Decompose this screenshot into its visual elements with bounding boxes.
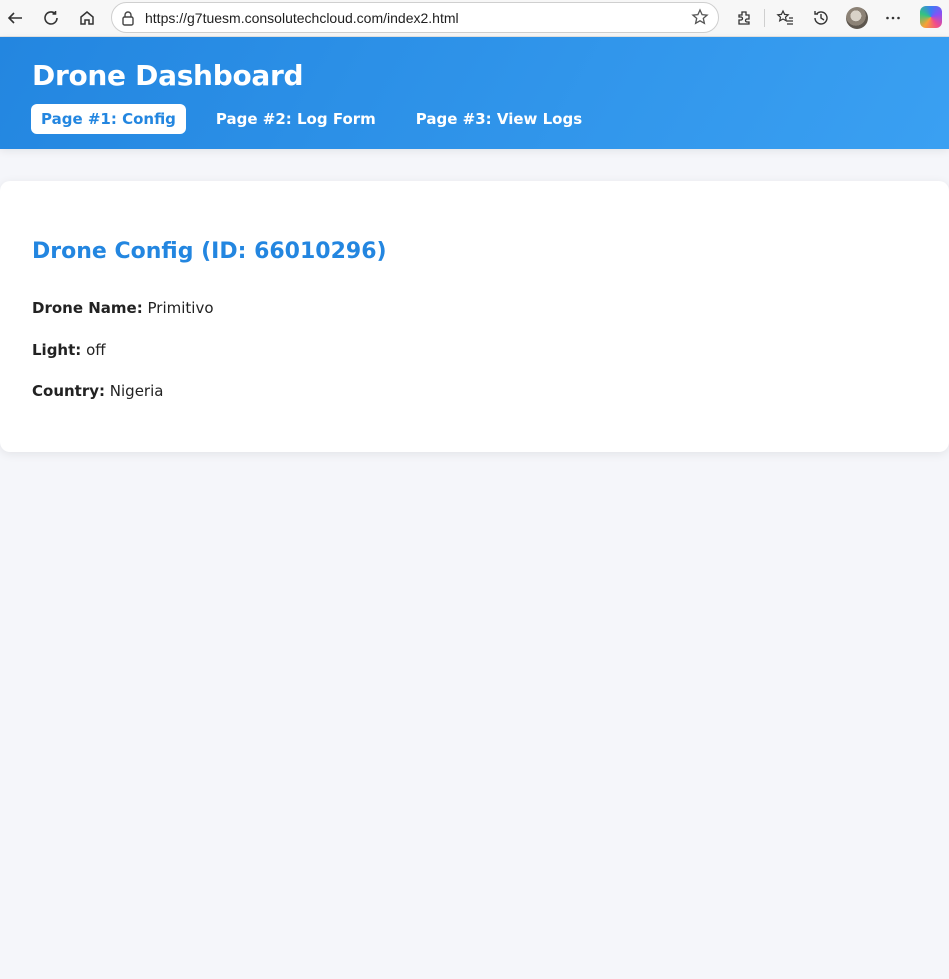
address-bar[interactable]: https://g7tuesm.consolutechcloud.com/ind… bbox=[111, 2, 719, 33]
lock-icon bbox=[121, 10, 135, 30]
back-icon[interactable] bbox=[3, 6, 27, 30]
app-header: Drone Dashboard Page #1: Config Page #2:… bbox=[0, 37, 949, 149]
favorites-icon[interactable] bbox=[773, 6, 797, 30]
tab-config[interactable]: Page #1: Config bbox=[31, 104, 186, 134]
home-icon[interactable] bbox=[75, 6, 99, 30]
country-row: Country: Nigeria bbox=[32, 382, 163, 400]
light-label: Light: bbox=[32, 341, 82, 359]
profile-avatar[interactable] bbox=[846, 7, 868, 29]
refresh-icon[interactable] bbox=[39, 6, 63, 30]
page-tabs: Page #1: Config Page #2: Log Form Page #… bbox=[31, 104, 612, 134]
config-card: Drone Config (ID: 66010296) Drone Name: … bbox=[0, 181, 949, 452]
light-row: Light: off bbox=[32, 341, 106, 359]
browser-toolbar: https://g7tuesm.consolutechcloud.com/ind… bbox=[0, 0, 949, 37]
light-value: off bbox=[86, 341, 106, 359]
drone-name-label: Drone Name: bbox=[32, 299, 143, 317]
country-value: Nigeria bbox=[109, 382, 164, 400]
url-text: https://g7tuesm.consolutechcloud.com/ind… bbox=[145, 10, 459, 26]
country-label: Country: bbox=[32, 382, 106, 400]
favorite-star-icon[interactable] bbox=[691, 8, 709, 30]
copilot-icon[interactable] bbox=[920, 6, 942, 28]
more-options-icon[interactable] bbox=[881, 6, 905, 30]
history-icon[interactable] bbox=[809, 6, 833, 30]
config-title: Drone Config (ID: 66010296) bbox=[32, 239, 387, 264]
drone-name-value: Primitivo bbox=[147, 299, 214, 317]
tab-view-logs[interactable]: Page #3: View Logs bbox=[406, 104, 592, 134]
toolbar-separator bbox=[764, 9, 765, 27]
app-title: Drone Dashboard bbox=[32, 59, 304, 92]
tab-log-form[interactable]: Page #2: Log Form bbox=[206, 104, 386, 134]
drone-name-row: Drone Name: Primitivo bbox=[32, 299, 214, 317]
extensions-icon[interactable] bbox=[732, 6, 756, 30]
